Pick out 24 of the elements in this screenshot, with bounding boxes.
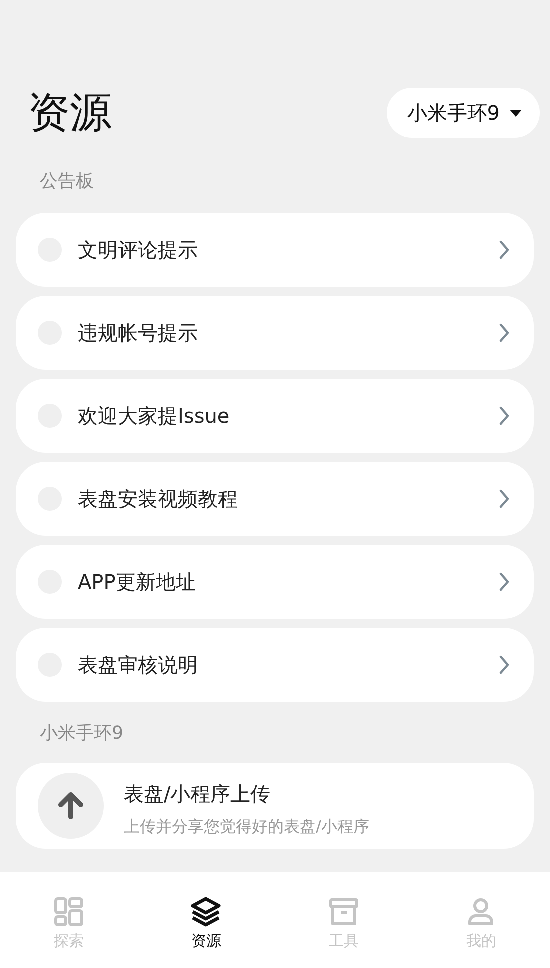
chevron-right-icon <box>499 655 510 675</box>
notice-item[interactable]: APP更新地址 <box>16 545 534 619</box>
layers-icon <box>190 896 222 928</box>
chevron-right-icon <box>499 323 510 343</box>
section-heading: 小米手环9 <box>39 722 124 746</box>
grid-icon <box>52 896 85 928</box>
section-heading: 公告板 <box>39 170 95 194</box>
chevron-right-icon <box>499 489 510 509</box>
caret-icon <box>510 110 522 116</box>
chevron-right-icon <box>499 572 510 592</box>
upload-card[interactable]: 表盘/小程序上传 上传并分享您觉得好的表盘/小程序 <box>16 763 534 849</box>
nav-tab[interactable]: 资源 <box>138 896 275 960</box>
archive-box-icon <box>328 896 360 928</box>
notice-item[interactable]: 表盘审核说明 <box>16 628 534 702</box>
card-title: 表盘/小程序上传 <box>124 781 272 808</box>
page-title: 资源 <box>28 92 112 134</box>
card-subtitle: 上传并分享您觉得好的表盘/小程序 <box>124 816 370 838</box>
notice-item[interactable]: 违规帐号提示 <box>16 296 534 370</box>
chevron-right-icon <box>499 240 510 260</box>
notice-item[interactable]: 表盘安装视频教程 <box>16 462 534 536</box>
notice-item[interactable]: 文明评论提示 <box>16 213 534 287</box>
device-selector[interactable]: 小米手环9 <box>387 88 540 138</box>
chevron-right-icon <box>499 406 510 426</box>
notice-item[interactable]: 欢迎大家提Issue <box>16 379 534 453</box>
